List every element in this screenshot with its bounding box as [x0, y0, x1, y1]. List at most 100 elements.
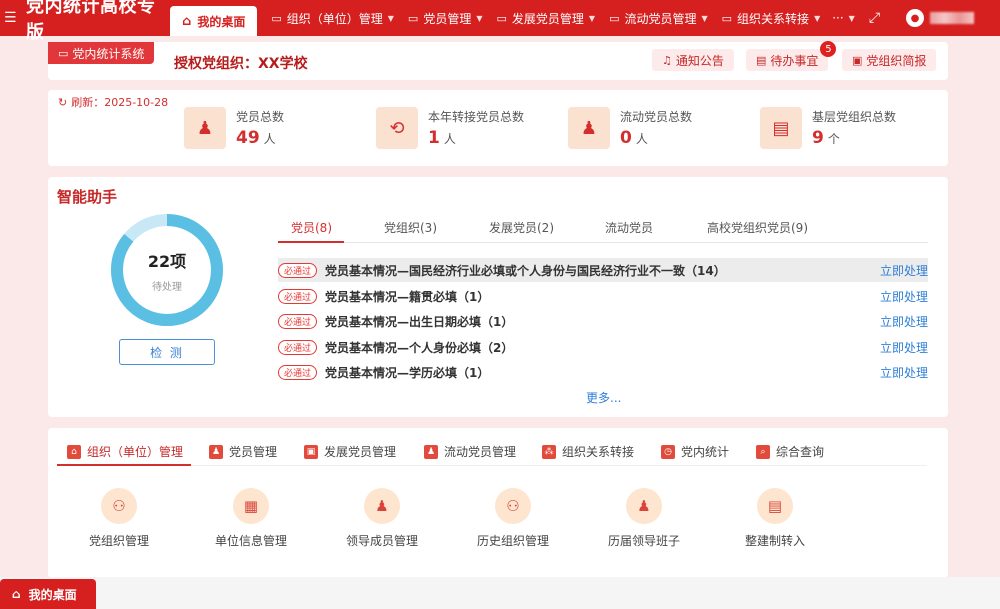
required-tag: 必通过	[278, 364, 318, 380]
stat-org-total: ▤ 基层党组织总数 9个	[760, 107, 896, 149]
todo-count-badge: 5	[820, 41, 837, 57]
stat-transfer-total: ⟲ 本年转接党员总数 1人	[376, 107, 524, 149]
module-label: 领导成员管理	[345, 534, 418, 548]
stat-label: 基层党组织总数	[812, 110, 897, 124]
nav-mobile-member-management[interactable]: ▭ 流动党员管理 ▼	[609, 10, 708, 27]
module-tabs: ⌂ 组织（单位）管理 ♟ 党员管理 ▣ 发展党员管理 ♟ 流动党员管理 ⁂ 组织关系转接 …	[57, 440, 927, 466]
chevron-down-icon: ▼	[387, 13, 394, 23]
folder-icon: ▭	[496, 11, 507, 25]
module-tab-statistics[interactable]: ◷ 党内统计	[661, 443, 729, 460]
module-whole-transfer[interactable]: ▤ 整建制转入	[720, 488, 830, 549]
stat-label: 本年转接党员总数	[428, 110, 525, 124]
system-badge-label: 党内统计系统	[72, 46, 145, 61]
username-blurred	[930, 12, 975, 24]
report-button[interactable]: ▣ 党组织简报	[842, 49, 937, 71]
pending-count: 22项	[147, 251, 187, 271]
pending-label: 待处理	[152, 281, 182, 293]
assistant-title: 智能助手	[57, 188, 118, 206]
process-now-link[interactable]: 立即处理	[880, 313, 928, 330]
nav-member-management[interactable]: ▭ 党员管理 ▼	[408, 10, 483, 27]
footer-tab-my-desktop[interactable]: ⌂ 我的桌面	[0, 579, 96, 609]
modules-card: ⌂ 组织（单位）管理 ♟ 党员管理 ▣ 发展党员管理 ♟ 流动党员管理 ⁂ 组织关系转接 …	[48, 428, 948, 578]
system-badge: ▭ 党内统计系统	[48, 42, 155, 64]
module-tab-label: 综合查询	[776, 445, 825, 459]
more-link[interactable]: 更多...	[586, 389, 621, 406]
tab-members[interactable]: 党员(8)	[291, 219, 332, 236]
issue-text: 党员基本情况—出生日期必填（1）	[325, 314, 514, 329]
tab-mobile[interactable]: 流动党员	[605, 219, 653, 236]
module-tab-development[interactable]: ▣ 发展党员管理	[304, 443, 396, 460]
notice-button[interactable]: ♫ 通知公告	[652, 49, 734, 71]
process-now-link[interactable]: 立即处理	[880, 262, 928, 279]
stat-member-total: ♟ 党员总数 49 人	[184, 107, 284, 149]
tab-development[interactable]: 发展党员(2)	[489, 219, 554, 236]
nav-org-management[interactable]: ▭ 组织（单位）管理 ▼	[271, 10, 394, 27]
issue-text: 党员基本情况—籍贯必填（1）	[325, 289, 490, 304]
nav-development-management[interactable]: ▭ 发展党员管理 ▼	[496, 10, 595, 27]
process-now-link[interactable]: 立即处理	[880, 288, 928, 305]
process-now-link[interactable]: 立即处理	[880, 364, 928, 381]
stat-unit: 人	[263, 132, 276, 146]
module-label: 单位信息管理	[214, 534, 287, 548]
tab-college[interactable]: 高校党组织党员(9)	[707, 219, 808, 236]
check-button[interactable]: 检 测	[119, 339, 215, 365]
nav-label: 发展党员管理	[511, 11, 584, 26]
assistant-card: 智能助手 22项 待处理 检 测 党员(8) 党组织(3) 发展党员(2) 流动…	[48, 177, 948, 417]
footer-tab-label: 我的桌面	[28, 587, 77, 602]
module-tab-query[interactable]: ⌕ 综合查询	[756, 443, 824, 460]
member-icon: ♟	[184, 107, 226, 149]
module-tab-transfer[interactable]: ⁂ 组织关系转接	[542, 443, 634, 460]
notice-button-label: 通知公告	[675, 53, 724, 68]
nav-relation-transfer[interactable]: ▭ 组织关系转接 ▼	[722, 10, 821, 27]
folder-icon: ▭	[609, 11, 620, 25]
issue-text: 党员基本情况—学历必填（1）	[325, 365, 490, 380]
stat-label: 党员总数	[236, 110, 285, 124]
module-past-leadership[interactable]: ♟ 历届领导班子	[589, 488, 699, 549]
stat-value: 9	[812, 128, 824, 148]
folder-icon: ▭	[721, 11, 733, 25]
footer-bar: ⌂ 我的桌面	[0, 577, 1000, 609]
issue-row: 必通过 党员基本情况—籍贯必填（1） 立即处理	[278, 284, 928, 308]
tab-orgs[interactable]: 党组织(3)	[384, 219, 437, 236]
module-tab-mobile[interactable]: ♟ 流动党员管理	[424, 443, 516, 460]
refresh-button[interactable]: ↻ 刷新：2025-10-28	[58, 94, 168, 110]
issue-text: 党员基本情况—个人身份必填（2）	[325, 340, 514, 355]
module-tab-label: 组织关系转接	[562, 445, 635, 459]
module-unit-info[interactable]: ▦ 单位信息管理	[196, 488, 306, 549]
module-label: 整建制转入	[744, 534, 805, 548]
issue-row: 必通过 党员基本情况—个人身份必填（2） 立即处理	[278, 335, 928, 359]
fullscreen-icon[interactable]: ⤢	[869, 10, 880, 26]
refresh-label: 刷新：2025-10-28	[71, 96, 169, 109]
chevron-down-icon: ▼	[588, 13, 596, 23]
menu-icon[interactable]: ☰	[4, 10, 24, 26]
active-module-underline	[57, 464, 191, 466]
header-card: ▭ 党内统计系统 授权党组织：XX学校 ♫ 通知公告 ▤ 待办事宜 5 ▣ 党组…	[48, 41, 948, 80]
search-icon: ⌕	[756, 444, 770, 459]
todo-button[interactable]: ▤ 待办事宜 5	[746, 41, 837, 71]
report-button-label: 党组织简报	[866, 53, 927, 68]
nav-more[interactable]: ··· ▼	[832, 11, 855, 25]
todo-button-label: 待办事宜	[770, 53, 819, 68]
tab-my-desktop-label: 我的桌面	[197, 14, 246, 29]
module-org-management[interactable]: ⚇ 党组织管理	[64, 488, 174, 549]
chevron-down-icon: ▼	[701, 13, 708, 23]
mobile-member-icon: ♟	[424, 444, 438, 459]
required-tag: 必通过	[278, 313, 318, 329]
process-now-link[interactable]: 立即处理	[880, 339, 928, 356]
module-tab-label: 党员管理	[229, 445, 278, 459]
nav-label: 组织（单位）管理	[286, 11, 383, 26]
stat-value: 0	[620, 128, 632, 148]
tab-my-desktop[interactable]: ⌂ 我的桌面	[170, 6, 258, 36]
module-history-org[interactable]: ⚇ 历史组织管理	[458, 488, 568, 549]
user-menu[interactable]: ●	[906, 9, 975, 27]
home-icon: ⌂	[12, 587, 21, 601]
app-title: 党内统计高校专版	[26, 0, 156, 43]
module-label: 党组织管理	[88, 534, 149, 548]
module-tab-org[interactable]: ⌂ 组织（单位）管理	[67, 443, 183, 460]
module-tab-label: 发展党员管理	[324, 445, 397, 459]
required-tag: 必通过	[278, 288, 318, 304]
module-tab-member[interactable]: ♟ 党员管理	[209, 443, 277, 460]
issue-row: 必通过 党员基本情况—国民经济行业必填或个人身份与国民经济行业不一致（14） 立…	[278, 258, 928, 282]
module-leader-members[interactable]: ♟ 领导成员管理	[327, 488, 437, 549]
id-card-icon: ▣	[304, 444, 318, 459]
